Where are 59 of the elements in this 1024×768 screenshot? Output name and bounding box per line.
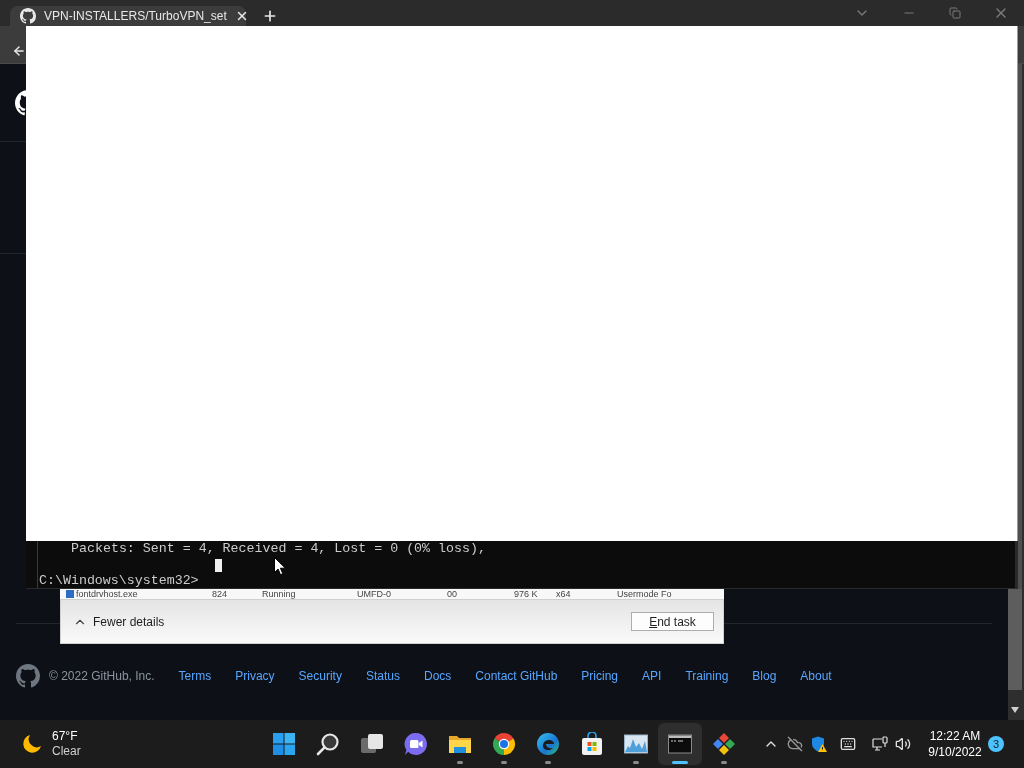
cloud-off-icon[interactable]: [787, 736, 803, 752]
console-line: Packets: Sent = 4, Received = 4, Lost = 0 (0% loss),: [71, 541, 486, 556]
footer-link[interactable]: Privacy: [235, 667, 275, 685]
terminal-icon: [668, 732, 692, 756]
github-logo-icon: [16, 664, 40, 688]
restore-icon: [949, 7, 961, 19]
scroll-down-arrow-icon[interactable]: [1011, 707, 1019, 713]
shopping-bag-icon: [580, 732, 604, 756]
footer-link[interactable]: Blog: [752, 667, 777, 685]
footer-link[interactable]: About: [800, 667, 832, 685]
process-cell-text: 976 K: [514, 589, 539, 599]
footer-link[interactable]: Contact GitHub: [475, 667, 558, 685]
browser-icon: [492, 732, 516, 756]
mouse-pointer-icon: [274, 557, 286, 576]
text-cursor-icon: [215, 558, 222, 572]
github-logo-icon[interactable]: [15, 89, 26, 116]
process-icon: [66, 590, 74, 598]
diamonds-icon: [712, 732, 736, 756]
tab-title: VPN-INSTALLERS/TurboVPN_set: [44, 9, 227, 23]
footer-link[interactable]: Security: [298, 667, 342, 685]
process-cell-text: fontdrvhost.exe: [76, 589, 139, 599]
copyright-text: © 2022 GitHub, Inc.: [49, 668, 155, 685]
notification-badge[interactable]: 3: [988, 736, 1004, 752]
process-cell-text: 824: [212, 589, 229, 599]
fewer-details-toggle[interactable]: Fewer details: [73, 612, 165, 631]
footer-link[interactable]: API: [642, 667, 662, 685]
footer-link[interactable]: Docs: [423, 667, 452, 685]
search-icon: [316, 732, 340, 756]
task-view-icon: [360, 732, 384, 756]
command-prompt: C:\Windows\system32>: [39, 573, 199, 588]
footer-link[interactable]: Training: [685, 667, 729, 685]
browser-tab[interactable]: VPN-INSTALLERS/TurboVPN_set: [10, 6, 246, 26]
speaker-icon[interactable]: [895, 736, 911, 752]
monitor-icon[interactable]: [872, 736, 888, 752]
process-cell-text: Running: [262, 589, 297, 599]
scrollbar-thumb[interactable]: [1008, 589, 1022, 690]
weather-temperature[interactable]: 67°F: [52, 729, 81, 744]
windows-logo-icon: [272, 732, 296, 756]
chart-window-icon: [624, 732, 648, 756]
github-logo-icon: [20, 8, 36, 24]
shield-warning-icon[interactable]: [811, 736, 827, 752]
moon-icon[interactable]: [22, 734, 42, 754]
keyboard-icon[interactable]: [840, 736, 856, 752]
process-cell-text: Usermode Fo: [617, 589, 673, 599]
process-cell-text: UMFD-0: [357, 589, 392, 599]
footer-link[interactable]: Pricing: [581, 667, 619, 685]
process-cell-text: x64: [556, 589, 572, 599]
back-arrow-icon[interactable]: [12, 43, 26, 58]
video-chat-icon: [404, 732, 428, 756]
plus-icon: [262, 8, 278, 24]
swirl-browser-icon: [536, 732, 560, 756]
weather-condition[interactable]: Clear: [52, 744, 81, 759]
end-task-button[interactable]: End task: [631, 612, 714, 631]
footer-link[interactable]: Status: [365, 667, 400, 685]
process-cell-text: 00: [447, 589, 458, 599]
clock-time[interactable]: 12:22 AM: [929, 728, 981, 744]
footer-link[interactable]: Terms: [178, 667, 212, 685]
taskbar-button[interactable]: [658, 723, 702, 765]
clock-date[interactable]: 9/10/2022: [928, 744, 982, 760]
